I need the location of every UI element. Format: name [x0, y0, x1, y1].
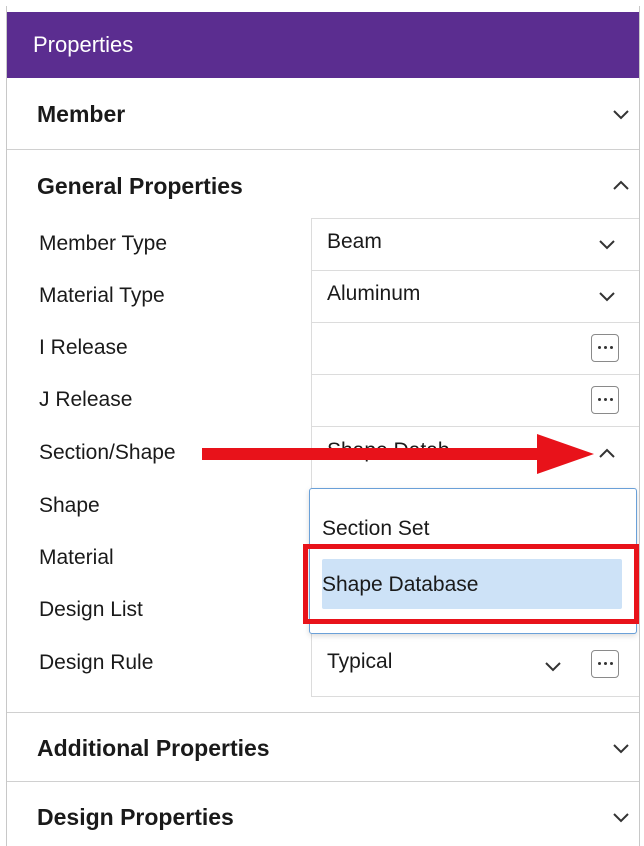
chevron-down-icon: [613, 813, 629, 823]
chevron-up-icon[interactable]: [597, 444, 617, 464]
panel-title: Properties: [7, 12, 639, 78]
chevron-down-icon[interactable]: [597, 234, 617, 254]
j-release-ellipsis-button[interactable]: [591, 386, 619, 414]
chevron-up-icon: [613, 180, 629, 190]
prop-label-material: Material: [39, 546, 114, 569]
prop-label-member-type: Member Type: [39, 232, 167, 255]
design-rule-ellipsis-button[interactable]: [591, 650, 619, 678]
section-additional-label: Additional Properties: [37, 735, 270, 761]
i-release-ellipsis-button[interactable]: [591, 334, 619, 362]
section-member-label: Member: [37, 101, 126, 127]
section-design-label: Design Properties: [37, 804, 234, 830]
properties-panel: Properties Member General Properties Mem…: [6, 6, 640, 846]
highlight-annotation-box: [303, 544, 639, 624]
section-general-header[interactable]: General Properties: [7, 150, 639, 222]
member-type-select[interactable]: Beam: [327, 230, 382, 254]
chevron-down-icon: [613, 110, 629, 120]
design-rule-select[interactable]: Typical: [327, 650, 392, 674]
section-design-header[interactable]: Design Properties: [7, 782, 639, 846]
prop-label-design-rule: Design Rule: [39, 651, 154, 674]
dropdown-option-section-set[interactable]: Section Set: [322, 517, 429, 541]
grid-line: [311, 374, 639, 375]
chevron-down-icon[interactable]: [597, 286, 617, 306]
section-member-header[interactable]: Member: [7, 78, 639, 150]
prop-label-design-list: Design List: [39, 598, 143, 621]
arrow-right-annotation: [202, 434, 594, 474]
prop-label-material-type: Material Type: [39, 284, 165, 307]
section-general-label: General Properties: [37, 173, 243, 199]
grid-line: [311, 426, 639, 427]
grid-line: [311, 322, 639, 323]
chevron-down-icon[interactable]: [543, 656, 563, 676]
material-type-select[interactable]: Aluminum: [327, 282, 420, 306]
prop-label-i-release: I Release: [39, 336, 128, 359]
section-additional-header[interactable]: Additional Properties: [7, 712, 639, 782]
grid-line: [311, 696, 639, 697]
prop-label-j-release: J Release: [39, 388, 133, 411]
prop-label-shape: Shape: [39, 494, 100, 517]
prop-label-section-shape: Section/Shape: [39, 441, 176, 464]
grid-line: [311, 218, 639, 219]
grid-line: [311, 270, 639, 271]
chevron-down-icon: [613, 744, 629, 754]
